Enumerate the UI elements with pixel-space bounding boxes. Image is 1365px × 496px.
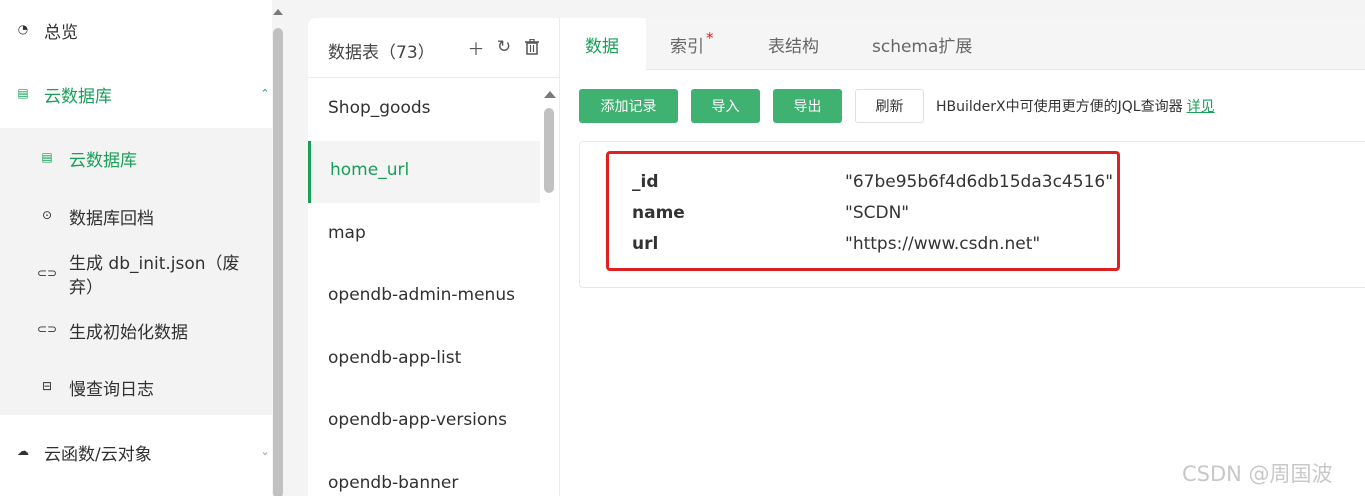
trash-icon[interactable] xyxy=(524,37,540,57)
sidebar-item-label-line1: 生成 db_init.json（废 xyxy=(69,254,240,274)
add-icon[interactable]: ＋ xyxy=(468,37,485,60)
tab-label: schema扩展 xyxy=(872,36,973,57)
jql-hint-text: HBuilderX中可使用更方便的JQL查询器 xyxy=(936,99,1183,115)
table-name: opendb-app-list xyxy=(328,348,462,368)
sidebar-item-label: 数据库回档 xyxy=(69,209,154,229)
tab-label: 表结构 xyxy=(768,36,819,57)
link-icon: ⊂⊃ xyxy=(36,266,58,280)
table-list-scroll-thumb[interactable] xyxy=(544,108,554,193)
record-value: "67be95b6f4d6db15da3c4516" xyxy=(845,172,1114,192)
table-list-item[interactable]: opendb-banner xyxy=(308,454,540,496)
sidebar-item-label: 慢查询日志 xyxy=(69,380,154,400)
import-button[interactable]: 导入 xyxy=(691,89,760,123)
sidebar-scroll-thumb[interactable] xyxy=(273,28,283,496)
rollback-icon: ⊙ xyxy=(41,208,53,222)
record-key: _id xyxy=(632,172,659,192)
sidebar-item-label: 总览 xyxy=(44,23,78,43)
sidebar-item-cloud-db-sub[interactable]: ▤ 云数据库 xyxy=(0,140,272,174)
sidebar-item-slow-query-log[interactable]: ⊟ 慢查询日志 xyxy=(0,369,272,403)
tab-label: 索引 xyxy=(670,36,704,57)
table-list-item-active[interactable]: home_url xyxy=(308,141,540,203)
sidebar-item-label-line2: 弃） xyxy=(69,278,103,298)
tab-label: 数据 xyxy=(585,37,619,57)
sidebar-item-gen-init-data[interactable]: ⊂⊃ 生成初始化数据 xyxy=(0,312,272,346)
table-name: Shop_goods xyxy=(328,98,431,118)
tab-index[interactable]: 索引 * xyxy=(670,18,750,70)
scroll-up-arrow-icon[interactable] xyxy=(544,91,556,98)
tab-data[interactable]: 数据 xyxy=(560,18,646,71)
log-icon: ⊟ xyxy=(41,379,53,393)
details-link[interactable]: 详见 xyxy=(1187,99,1215,115)
export-button[interactable]: 导出 xyxy=(773,89,842,123)
database-icon: ▤ xyxy=(17,86,29,100)
chevron-down-icon: ⌄ xyxy=(260,444,270,458)
modified-star-icon: * xyxy=(706,29,714,47)
sidebar: ◔ 总览 ▤ 云数据库 ⌃ ▤ 云数据库 ⊙ 数据库回档 ⊂⊃ 生成 db_in… xyxy=(0,0,288,496)
sidebar-item-cloud-db[interactable]: ▤ 云数据库 ⌃ xyxy=(0,76,272,110)
scroll-up-arrow-icon[interactable] xyxy=(273,9,283,15)
sidebar-item-cloud-func[interactable]: ☁ 云函数/云对象 ⌄ xyxy=(0,434,272,468)
sidebar-item-label: 云函数/云对象 xyxy=(44,445,152,465)
pie-chart-icon: ◔ xyxy=(17,22,29,36)
table-list-item[interactable]: opendb-app-list xyxy=(308,329,540,391)
record-value: "SCDN" xyxy=(845,203,910,223)
sidebar-item-overview[interactable]: ◔ 总览 xyxy=(0,12,272,46)
add-record-button[interactable]: 添加记录 xyxy=(579,89,678,123)
tab-bar: 数据 索引 * 表结构 schema扩展 xyxy=(560,18,1365,71)
list-icon: ▤ xyxy=(41,150,53,164)
table-list-header: 数据表（73） ＋ ↻ xyxy=(308,18,559,78)
table-name: home_url xyxy=(330,160,410,180)
table-list-item[interactable]: opendb-admin-menus xyxy=(308,266,540,328)
table-list-panel: 数据表（73） ＋ ↻ Shop_goods home_url map open… xyxy=(308,18,560,496)
table-name: opendb-app-versions xyxy=(328,410,507,430)
table-list-item[interactable]: map xyxy=(308,204,540,266)
cloud-icon: ☁ xyxy=(17,444,29,458)
table-name: opendb-admin-menus xyxy=(328,285,515,305)
table-list-actions: ＋ ↻ xyxy=(468,37,540,60)
table-name: map xyxy=(328,223,366,243)
watermark: CSDN @周国波 xyxy=(1182,462,1333,486)
sidebar-item-gen-db-init[interactable]: ⊂⊃ 生成 db_init.json（废 弃） xyxy=(0,246,272,300)
refresh-icon[interactable]: ↻ xyxy=(496,37,512,57)
tab-schema-extension[interactable]: schema扩展 xyxy=(872,18,982,70)
sidebar-item-label: 生成初始化数据 xyxy=(69,323,188,343)
table-list-title: 数据表（73） xyxy=(328,43,435,63)
record-key: url xyxy=(632,234,659,254)
record-key: name xyxy=(632,203,685,223)
record-value: "https://www.csdn.net" xyxy=(845,234,1041,254)
sidebar-item-db-rollback[interactable]: ⊙ 数据库回档 xyxy=(0,198,272,232)
tab-schema-structure[interactable]: 表结构 xyxy=(768,18,838,70)
table-list-item[interactable]: opendb-app-versions xyxy=(308,391,540,453)
jql-hint: HBuilderX中可使用更方便的JQL查询器 详见 xyxy=(936,96,1215,116)
sidebar-item-label: 云数据库 xyxy=(44,87,112,107)
main-card: 数据表（73） ＋ ↻ Shop_goods home_url map open… xyxy=(308,18,1365,496)
link-icon: ⊂⊃ xyxy=(36,322,58,336)
sidebar-submenu: ▤ 云数据库 ⊙ 数据库回档 ⊂⊃ 生成 db_init.json（废 弃） ⊂… xyxy=(0,128,272,415)
refresh-button[interactable]: 刷新 xyxy=(855,89,924,123)
table-name: opendb-banner xyxy=(328,473,459,493)
table-list-item[interactable]: Shop_goods xyxy=(308,79,540,141)
sidebar-item-label: 云数据库 xyxy=(69,151,137,171)
chevron-up-icon: ⌃ xyxy=(260,86,270,100)
